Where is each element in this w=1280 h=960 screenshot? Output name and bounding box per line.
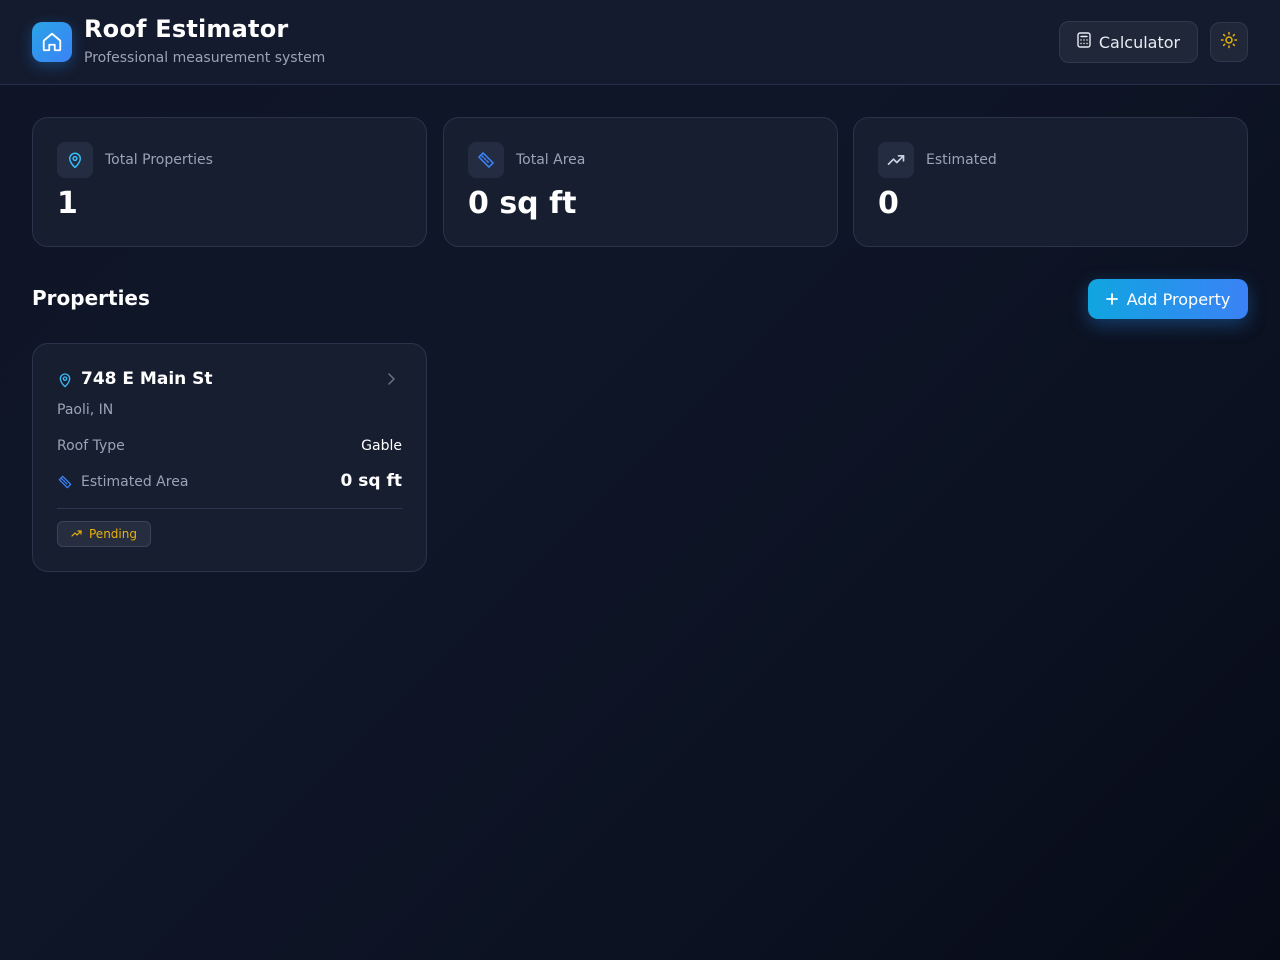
- ruler-icon: [468, 142, 504, 178]
- stat-card-total-area: Total Area 0 sq ft: [443, 117, 838, 247]
- stat-value: 1: [57, 186, 78, 221]
- stat-label: Total Properties: [105, 152, 213, 168]
- stat-card-estimated: Estimated 0: [853, 117, 1248, 247]
- stat-label: Total Area: [516, 152, 586, 168]
- stat-value: 0 sq ft: [468, 186, 577, 221]
- ruler-icon: [57, 474, 73, 494]
- property-address: 748 E Main St: [81, 369, 213, 389]
- estimated-area-label: Estimated Area: [81, 474, 189, 490]
- estimated-area-value: 0 sq ft: [340, 471, 402, 491]
- trending-up-icon: [878, 142, 914, 178]
- chevron-right-icon[interactable]: [385, 371, 397, 390]
- stat-value: 0: [878, 186, 899, 221]
- app-subtitle: Professional measurement system: [84, 50, 326, 66]
- plus-icon: [1105, 290, 1118, 309]
- property-city: Paoli, IN: [57, 402, 114, 418]
- divider: [57, 508, 402, 509]
- stat-card-total-properties: Total Properties 1: [32, 117, 427, 247]
- home-icon: [32, 22, 72, 62]
- calculator-icon: [1077, 32, 1091, 52]
- roof-type-label: Roof Type: [57, 438, 125, 454]
- add-property-button[interactable]: Add Property: [1088, 279, 1248, 319]
- sun-icon: [1220, 31, 1238, 53]
- map-pin-icon: [57, 142, 93, 178]
- app-title: Roof Estimator: [84, 15, 289, 43]
- map-pin-icon: [57, 371, 73, 393]
- calculator-label: Calculator: [1098, 32, 1181, 52]
- add-property-label: Add Property: [1126, 289, 1231, 309]
- stat-label: Estimated: [926, 152, 997, 168]
- status-label: Pending: [89, 527, 137, 541]
- properties-section-title: Properties: [32, 286, 150, 310]
- status-badge: Pending: [57, 521, 151, 547]
- trending-up-icon: [71, 527, 83, 541]
- roof-type-value: Gable: [361, 438, 402, 454]
- app-header: Roof Estimator Professional measurement …: [0, 0, 1280, 85]
- calculator-button[interactable]: Calculator: [1059, 21, 1198, 63]
- theme-toggle-button[interactable]: [1210, 22, 1248, 62]
- property-card[interactable]: 748 E Main St Paoli, IN Roof Type Gable …: [32, 343, 427, 572]
